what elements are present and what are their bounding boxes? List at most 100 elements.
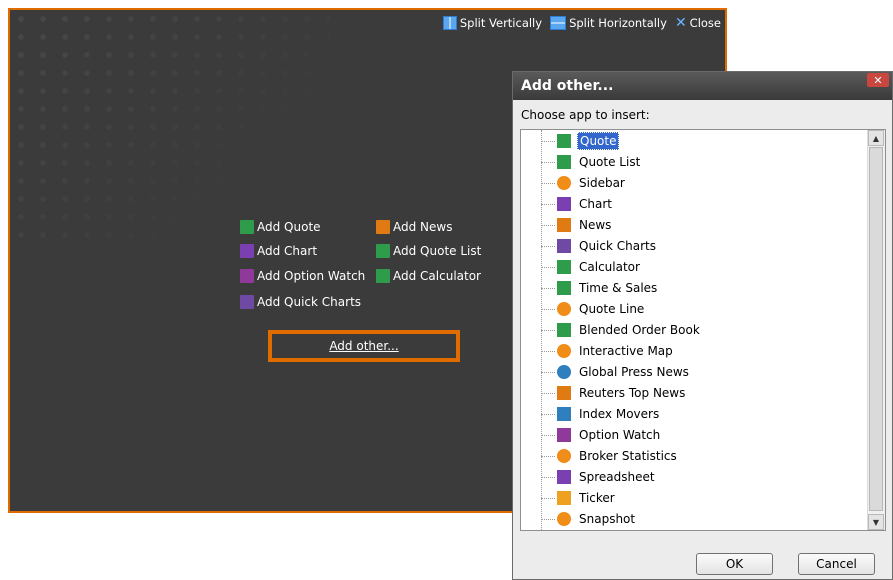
quote-icon <box>240 220 254 234</box>
ticker-icon-glyph <box>557 491 571 505</box>
add-option-watch-link[interactable]: Add Option Watch <box>240 269 365 283</box>
broker-statistics-icon <box>556 448 572 464</box>
calculator-icon <box>376 269 390 283</box>
snapshot-icon <box>556 511 572 527</box>
tree-connector <box>541 161 555 163</box>
index-movers-icon-glyph <box>557 407 571 421</box>
tree-item[interactable]: Reuters Top News <box>541 383 687 403</box>
order-book-icon <box>556 322 572 338</box>
tree-item[interactable]: Sidebar <box>541 173 627 193</box>
add-other-button[interactable]: Add other... <box>268 330 460 362</box>
add-quote-label: Add Quote <box>257 220 321 234</box>
app-tree-list[interactable]: Quote Quote List Sidebar Chart News Quick Cha… <box>520 129 886 531</box>
quote-list-icon <box>556 154 572 170</box>
tree-item[interactable]: Blended Order Book <box>541 320 702 340</box>
tree-item-label: Index Movers <box>579 407 660 421</box>
tree-item[interactable]: Spreadsheet <box>541 467 657 487</box>
tree-item[interactable]: Quote Line <box>541 299 646 319</box>
tree-item[interactable]: Quote List <box>541 152 642 172</box>
chart-icon <box>240 244 254 258</box>
option-watch-icon <box>556 427 572 443</box>
snapshot-icon-glyph <box>557 512 571 526</box>
tree-item[interactable]: Time & Sales <box>541 278 659 298</box>
tree-item[interactable]: Quick Charts <box>541 236 658 256</box>
news-icon <box>556 217 572 233</box>
option-watch-icon-glyph <box>557 428 571 442</box>
order-book-icon-glyph <box>557 323 571 337</box>
dialog-close-button[interactable]: ✕ <box>867 73 889 87</box>
tree-item[interactable]: Interactive Map <box>541 341 675 361</box>
add-quote-link[interactable]: Add Quote <box>240 220 321 234</box>
split-horizontally-label: Split Horizontally <box>569 16 667 30</box>
tree-item-label: Interactive Map <box>579 344 673 358</box>
cancel-button[interactable]: Cancel <box>798 553 875 575</box>
option-watch-icon <box>240 269 254 283</box>
tree-connector <box>541 392 555 394</box>
tree-connector <box>541 434 555 436</box>
tree-item[interactable]: Calculator <box>541 257 642 277</box>
add-quick-charts-link[interactable]: Add Quick Charts <box>240 295 361 309</box>
tree-connector <box>541 266 555 268</box>
add-quote-list-label: Add Quote List <box>393 244 482 258</box>
tree-connector <box>541 182 555 184</box>
tree-connector <box>541 497 555 499</box>
tree-item[interactable]: Broker Statistics <box>541 446 679 466</box>
broker-statistics-icon-glyph <box>557 449 571 463</box>
tree-item-label: Quick Charts <box>579 239 656 253</box>
quick-charts-icon <box>240 295 254 309</box>
add-option-watch-label: Add Option Watch <box>257 269 366 283</box>
tree-connector <box>541 350 555 352</box>
index-movers-icon <box>556 406 572 422</box>
time-sales-icon <box>556 280 572 296</box>
add-calculator-link[interactable]: Add Calculator <box>376 269 481 283</box>
tree-item[interactable]: Quote <box>541 131 620 151</box>
tree-connector <box>541 287 555 289</box>
tree-item[interactable]: Index Movers <box>541 404 661 424</box>
scroll-up-button[interactable]: ▲ <box>868 130 884 146</box>
tree-item[interactable]: Ticker <box>541 488 617 508</box>
scroll-down-button[interactable]: ▼ <box>868 514 884 530</box>
quote-icon <box>556 133 572 149</box>
interactive-map-icon-glyph <box>557 344 571 358</box>
tree-item-label: Quote Line <box>579 302 645 316</box>
tree-item[interactable]: Snapshot <box>541 509 637 529</box>
add-news-link[interactable]: Add News <box>376 220 452 234</box>
add-chart-link[interactable]: Add Chart <box>240 244 317 258</box>
split-vertically-button[interactable]: Split Vertically <box>442 16 542 30</box>
split-vertical-icon <box>442 16 457 30</box>
tree-item[interactable]: Chart <box>541 194 614 214</box>
add-quote-list-link[interactable]: Add Quote List <box>376 244 481 258</box>
tree-item-label: Option Watch <box>579 428 661 442</box>
quote-icon-glyph <box>557 134 571 148</box>
tree-item-label: Quote List <box>579 155 641 169</box>
quick-charts-icon <box>556 238 572 254</box>
close-icon: ✕ <box>873 73 883 87</box>
add-quick-charts-label: Add Quick Charts <box>257 295 362 309</box>
tree-connector <box>541 245 555 247</box>
tree-item[interactable]: News <box>541 215 613 235</box>
tree-item-label: News <box>579 218 612 232</box>
globe-icon <box>556 364 572 380</box>
dialog-title-bar[interactable]: Add other... <box>513 72 892 100</box>
close-icon: ✕ <box>674 15 687 31</box>
reuters-news-icon <box>556 385 572 401</box>
quote-list-icon <box>376 244 390 258</box>
tree-item[interactable]: Global Press News <box>541 362 691 382</box>
tree-item[interactable]: Option Watch <box>541 425 662 445</box>
tree-connector <box>541 413 555 415</box>
tree-connector <box>541 224 555 226</box>
split-horizontally-button[interactable]: Split Horizontally <box>550 16 667 30</box>
tree-item-label: Ticker <box>579 491 615 505</box>
tree-item-label: Blended Order Book <box>579 323 700 337</box>
dialog-title: Add other... <box>521 78 614 94</box>
calculator-icon <box>556 259 572 275</box>
close-button[interactable]: ✕ Close <box>675 16 721 30</box>
quote-line-icon-glyph <box>557 302 571 316</box>
spreadsheet-icon <box>556 469 572 485</box>
ok-button[interactable]: OK <box>696 553 773 575</box>
dialog-prompt: Choose app to insert: <box>521 108 650 122</box>
tree-item-label: Quote <box>577 132 620 150</box>
scroll-thumb[interactable] <box>869 147 883 511</box>
vertical-scrollbar[interactable]: ▲ ▼ <box>867 130 885 530</box>
tree-item-label: Sidebar <box>579 176 625 190</box>
